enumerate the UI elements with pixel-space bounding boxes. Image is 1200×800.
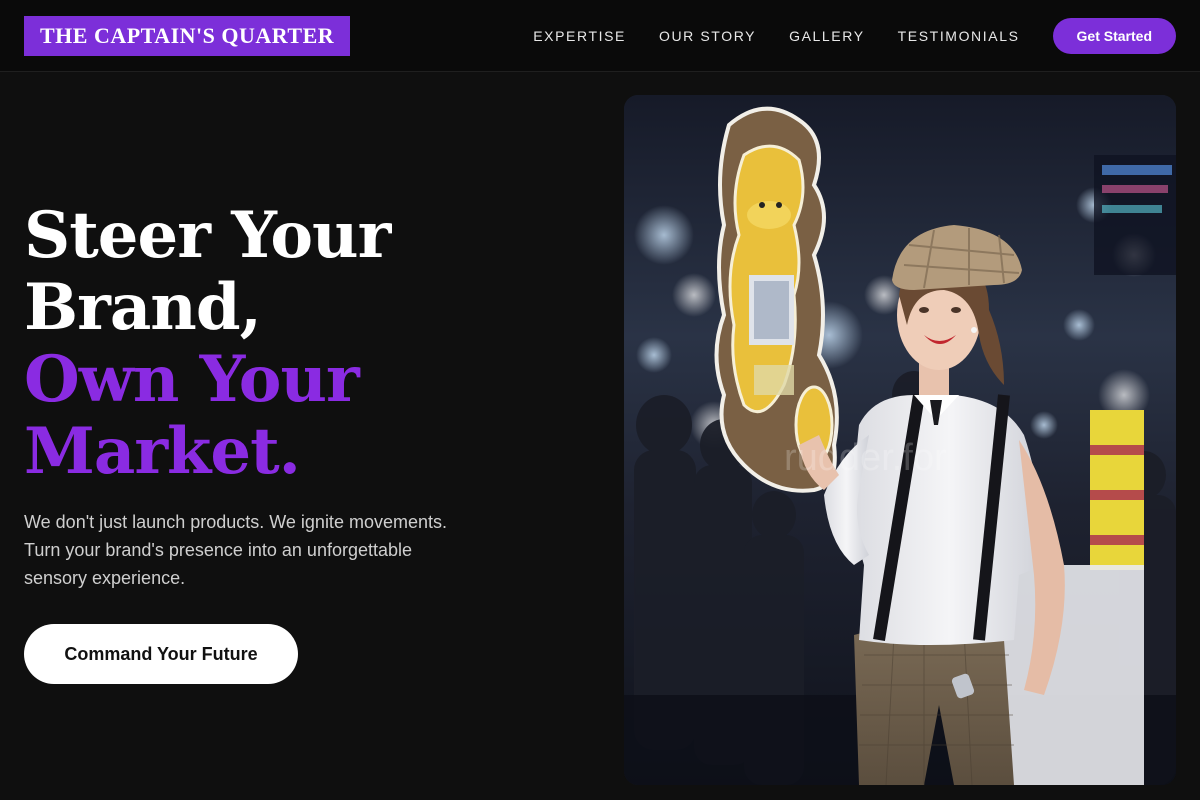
hero-description: We don't just launch products. We ignite… bbox=[24, 512, 447, 588]
nav-link-testimonials[interactable]: TESTIMONIALS bbox=[898, 28, 1020, 44]
display-column bbox=[1090, 410, 1144, 570]
command-your-future-button[interactable]: Command Your Future bbox=[24, 624, 298, 684]
hero-title-line-4: Market. bbox=[24, 414, 301, 489]
photo-watermark: rudder.for bbox=[784, 437, 947, 479]
site-logo[interactable]: THE CAPTAIN'S QUARTER bbox=[24, 16, 351, 56]
hero-title-line-1: Steer Your bbox=[24, 198, 391, 273]
get-started-button[interactable]: Get Started bbox=[1052, 18, 1176, 54]
nav-link-gallery[interactable]: GALLERY bbox=[789, 28, 865, 44]
hero-photo: rudder.for bbox=[624, 95, 1176, 785]
hero-title: Steer Your Brand, Own Your Market. bbox=[24, 200, 584, 488]
site-header: THE CAPTAIN'S QUARTER EXPERTISE OUR STOR… bbox=[0, 0, 1200, 72]
hero-title-line-3: Own Your bbox=[24, 342, 360, 417]
nav-link-expertise[interactable]: EXPERTISE bbox=[533, 28, 626, 44]
hero-title-line-2: Brand, bbox=[24, 270, 262, 345]
main-nav: EXPERTISE OUR STORY GALLERY TESTIMONIALS… bbox=[533, 17, 1176, 55]
lion-sign bbox=[714, 106, 839, 493]
nav-link-our-story[interactable]: OUR STORY bbox=[659, 28, 756, 44]
